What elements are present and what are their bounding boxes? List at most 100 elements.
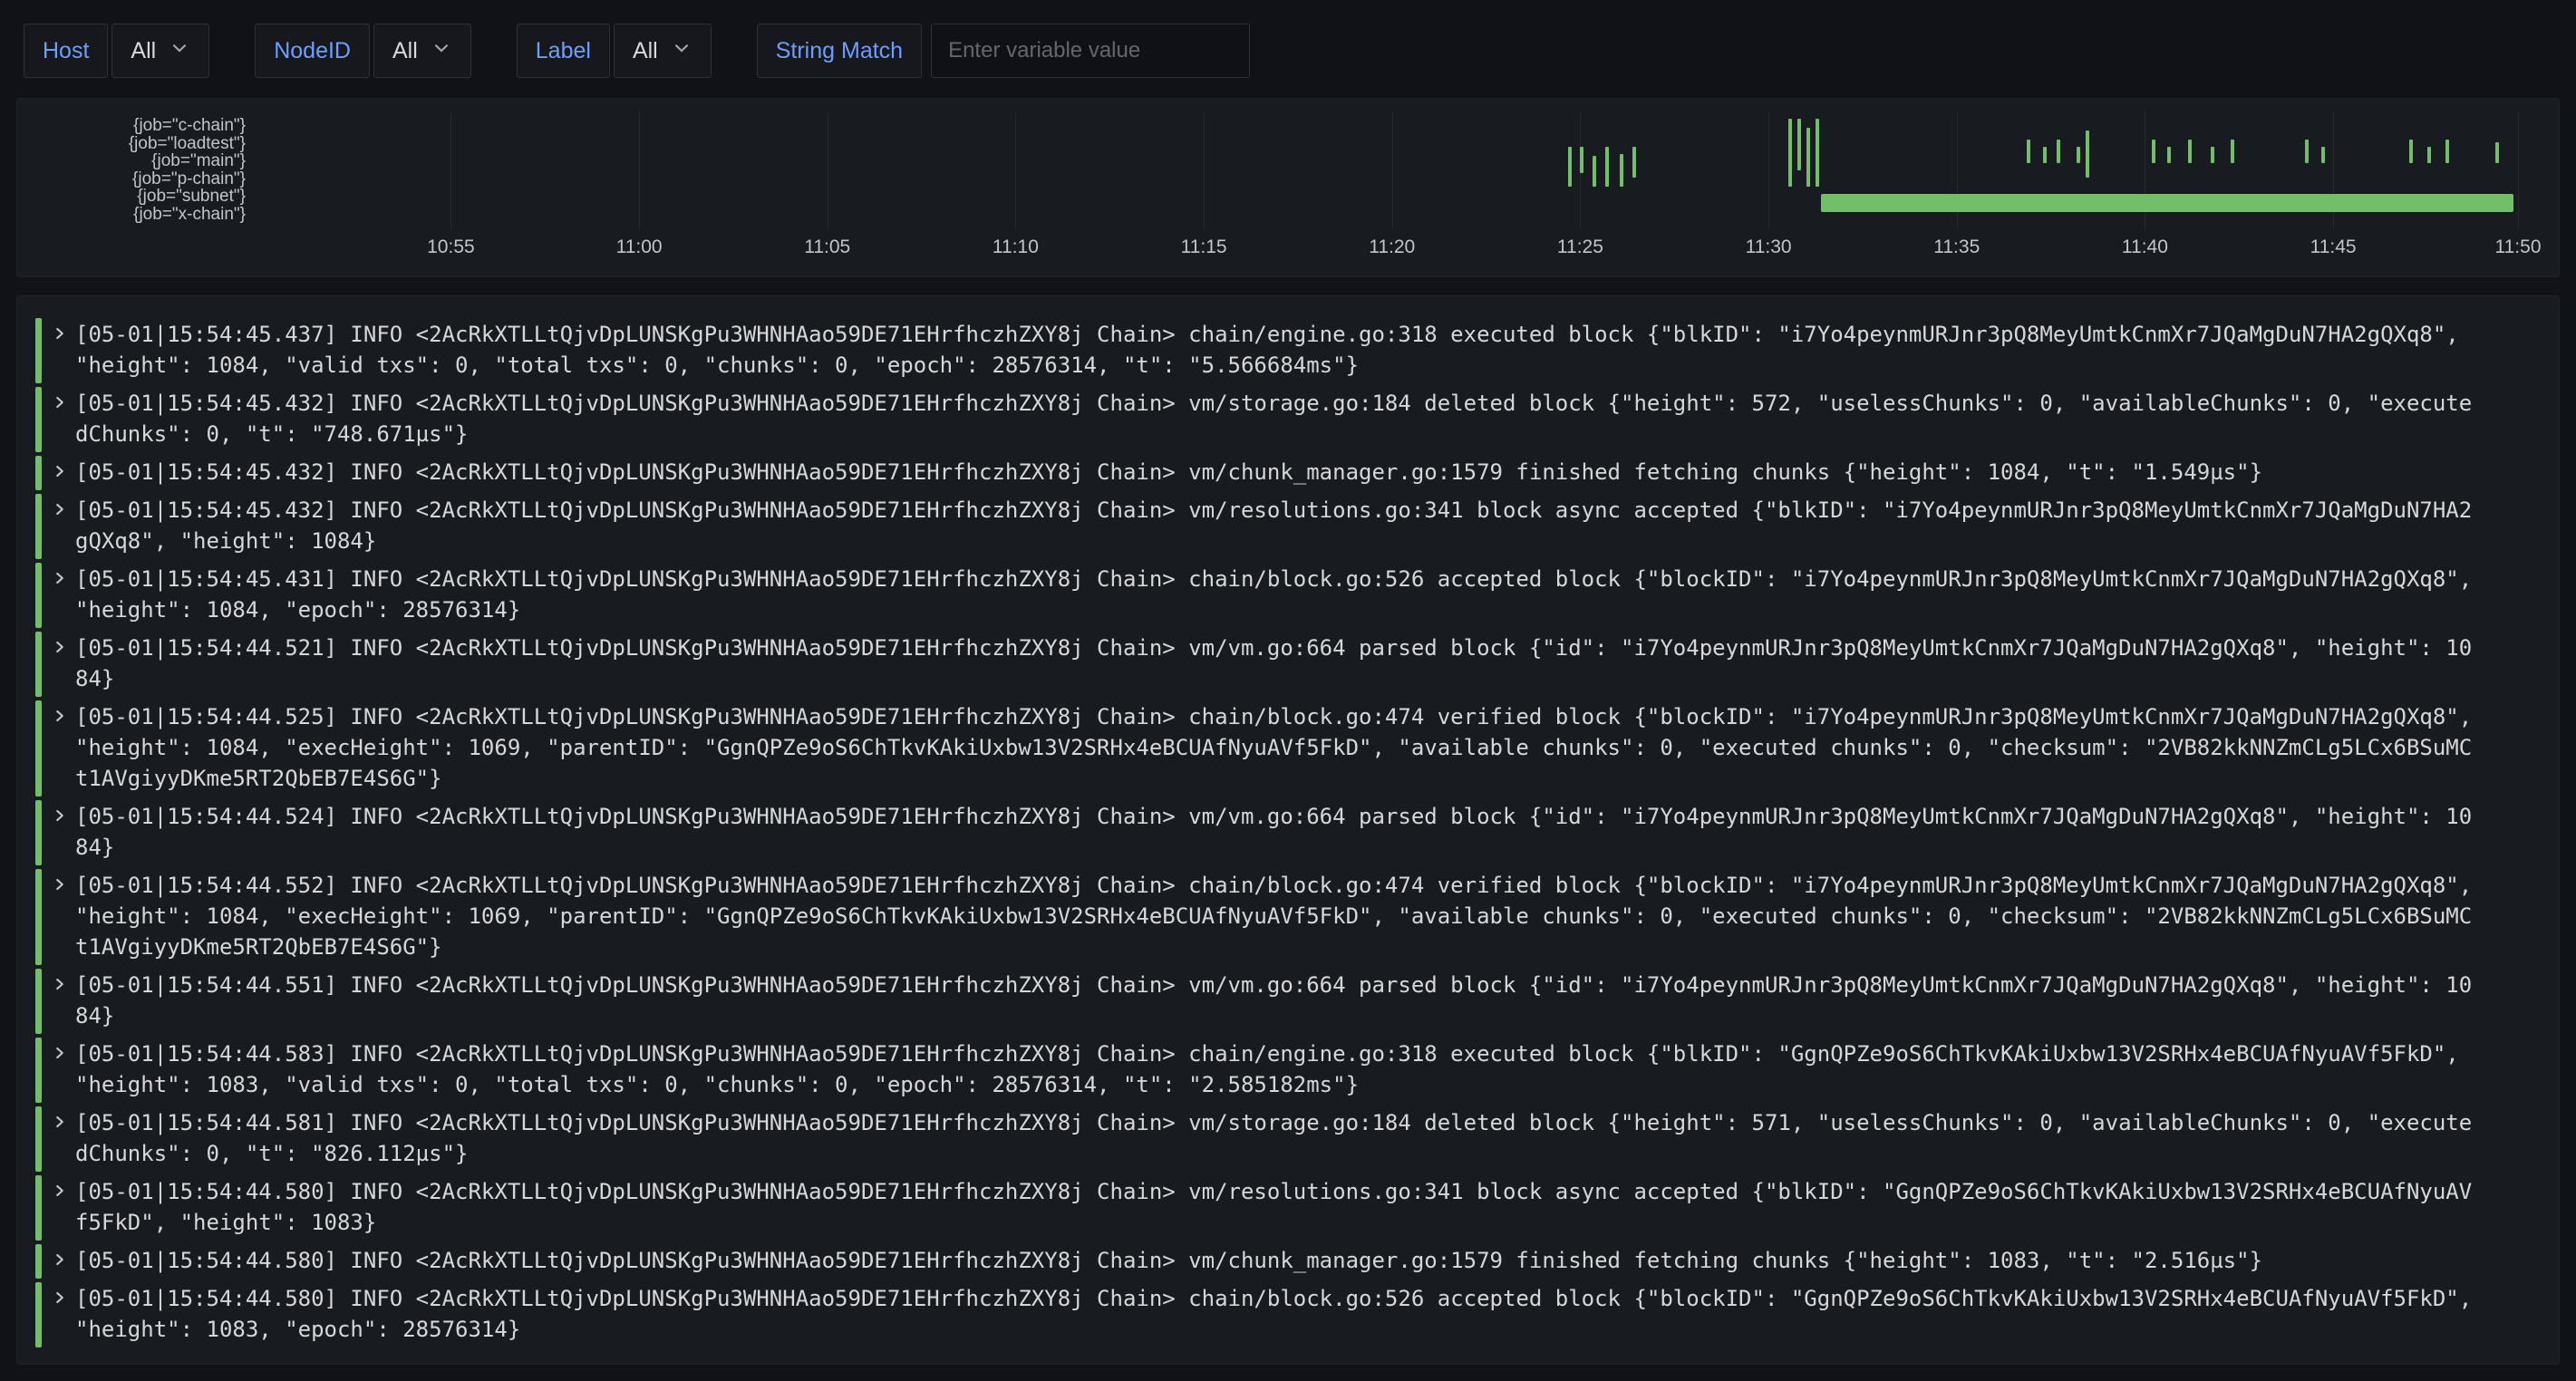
x-tick-label: 11:10 [993,237,1039,258]
log-volume-bar [2211,147,2214,163]
log-level-bar [35,387,42,452]
gridline [639,111,640,229]
x-tick-label: 11:35 [1933,237,1980,258]
var-label-value-dropdown[interactable]: All [614,24,712,78]
log-line-text: [05-01|15:54:44.552] INFO <2AcRkXTLLtQjv… [75,869,2473,965]
chevron-down-icon [671,37,692,65]
log-level-bar [35,1175,42,1241]
log-row[interactable]: [05-01|15:54:44.525] INFO <2AcRkXTLLtQjv… [35,700,2559,797]
log-volume-bar [1797,119,1801,170]
var-label-label: Label [517,24,610,78]
log-row[interactable]: [05-01|15:54:45.437] INFO <2AcRkXTLLtQjv… [35,318,2559,383]
gridline [1204,111,1205,229]
log-volume-bar [2077,147,2080,163]
log-level-bar [35,456,42,490]
x-tick-label: 11:15 [1181,237,1227,258]
log-row[interactable]: [05-01|15:54:44.551] INFO <2AcRkXTLLtQjv… [35,969,2559,1034]
log-row[interactable]: [05-01|15:54:44.521] INFO <2AcRkXTLLtQjv… [35,632,2559,697]
log-row[interactable]: [05-01|15:54:45.431] INFO <2AcRkXTLLtQjv… [35,563,2559,628]
log-volume-bar [1568,147,1572,187]
log-level-bar [35,563,42,628]
gridline [2518,111,2519,229]
log-volume-bar [2043,147,2047,163]
var-nodeid-value-dropdown[interactable]: All [373,24,471,78]
expand-chevron-icon[interactable] [52,800,75,865]
log-level-bar [35,800,42,865]
series-label: {job="loadtest"} [17,135,246,153]
log-line-text: [05-01|15:54:44.580] INFO <2AcRkXTLLtQjv… [75,1175,2473,1241]
log-level-bar [35,632,42,697]
log-volume-bar [2321,147,2325,163]
log-volume-bar [2231,140,2234,163]
log-row[interactable]: [05-01|15:54:44.581] INFO <2AcRkXTLLtQjv… [35,1106,2559,1172]
log-level-bar [35,1282,42,1347]
expand-chevron-icon[interactable] [52,1244,75,1279]
log-volume-panel: {job="c-chain"}{job="loadtest"}{job="mai… [16,98,2560,277]
x-tick-label: 11:40 [2122,237,2168,258]
log-line-text: [05-01|15:54:44.581] INFO <2AcRkXTLLtQjv… [75,1106,2473,1172]
log-volume-bar [1620,154,1623,187]
log-row[interactable]: [05-01|15:54:44.524] INFO <2AcRkXTLLtQjv… [35,800,2559,865]
logs-panel: [05-01|15:54:45.437] INFO <2AcRkXTLLtQjv… [16,295,2560,1365]
chart-plot[interactable] [260,111,2523,229]
chevron-down-icon [431,37,452,65]
var-group-label: Label All [517,24,712,78]
expand-chevron-icon[interactable] [52,700,75,797]
log-volume-bar [2409,140,2413,163]
expand-chevron-icon[interactable] [52,1106,75,1172]
var-host-value-dropdown[interactable]: All [111,24,209,78]
expand-chevron-icon[interactable] [52,318,75,383]
chart-series-labels: {job="c-chain"}{job="loadtest"}{job="mai… [17,117,246,223]
log-list: [05-01|15:54:45.437] INFO <2AcRkXTLLtQjv… [35,318,2559,1347]
var-host-value: All [131,38,156,64]
log-row[interactable]: [05-01|15:54:44.580] INFO <2AcRkXTLLtQjv… [35,1244,2559,1279]
log-level-bar [35,1244,42,1279]
log-row[interactable]: [05-01|15:54:45.432] INFO <2AcRkXTLLtQjv… [35,456,2559,490]
series-label: {job="x-chain"} [17,206,246,224]
log-volume-bar [2167,147,2171,163]
log-volume-bar [1593,156,1596,187]
var-group-string-match: String Match [757,24,1250,78]
log-row[interactable]: [05-01|15:54:44.583] INFO <2AcRkXTLLtQjv… [35,1038,2559,1103]
log-volume-bar [2305,140,2309,163]
expand-chevron-icon[interactable] [52,494,75,559]
log-line-text: [05-01|15:54:44.524] INFO <2AcRkXTLLtQjv… [75,800,2473,865]
series-label: {job="p-chain"} [17,170,246,188]
log-level-bar [35,1106,42,1172]
expand-chevron-icon[interactable] [52,456,75,490]
log-volume-bar [2495,142,2499,163]
log-volume-bar [1816,119,1819,187]
expand-chevron-icon[interactable] [52,969,75,1034]
expand-chevron-icon[interactable] [52,1282,75,1347]
log-volume-bar [2152,140,2155,163]
log-row[interactable]: [05-01|15:54:45.432] INFO <2AcRkXTLLtQjv… [35,387,2559,452]
expand-chevron-icon[interactable] [52,1175,75,1241]
log-volume-bar [1605,147,1609,187]
log-volume-bar [1806,128,1810,187]
expand-chevron-icon[interactable] [52,869,75,965]
log-line-text: [05-01|15:54:45.432] INFO <2AcRkXTLLtQjv… [75,494,2473,559]
var-label-value: All [633,38,658,64]
expand-chevron-icon[interactable] [52,1038,75,1103]
log-level-bar [35,700,42,797]
var-group-nodeid: NodeID All [255,24,471,78]
series-label: {job="main"} [17,152,246,170]
log-row[interactable]: [05-01|15:54:44.552] INFO <2AcRkXTLLtQjv… [35,869,2559,965]
var-nodeid-label: NodeID [255,24,370,78]
log-row[interactable]: [05-01|15:54:45.432] INFO <2AcRkXTLLtQjv… [35,494,2559,559]
log-row[interactable]: [05-01|15:54:44.580] INFO <2AcRkXTLLtQjv… [35,1282,2559,1347]
log-volume-bar [1632,147,1636,178]
gridline [1392,111,1393,229]
log-line-text: [05-01|15:54:44.580] INFO <2AcRkXTLLtQjv… [75,1244,2473,1279]
expand-chevron-icon[interactable] [52,632,75,697]
gridline [2333,111,2334,229]
string-match-input[interactable] [931,24,1250,78]
var-host-label: Host [24,24,108,78]
log-volume-bar [2188,140,2192,163]
x-tick-label: 11:25 [1557,237,1603,258]
log-row[interactable]: [05-01|15:54:44.580] INFO <2AcRkXTLLtQjv… [35,1175,2559,1241]
x-tick-label: 11:50 [2495,237,2542,258]
log-level-bar [35,969,42,1034]
expand-chevron-icon[interactable] [52,563,75,628]
expand-chevron-icon[interactable] [52,387,75,452]
